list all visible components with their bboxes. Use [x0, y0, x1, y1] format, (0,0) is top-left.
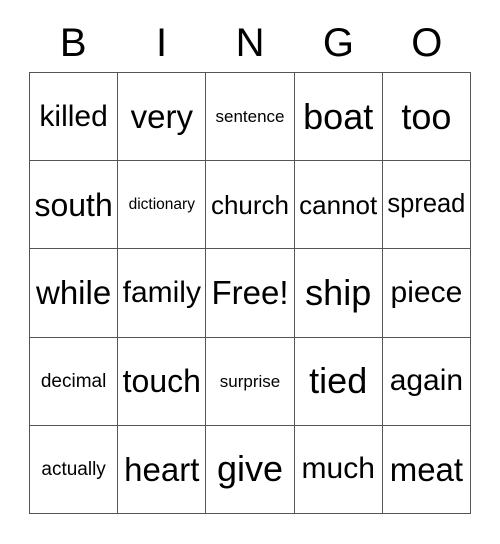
bingo-cell-text: much — [301, 452, 375, 486]
bingo-cell-text: tied — [309, 360, 368, 402]
header-letter-text: N — [235, 21, 265, 65]
bingo-cell[interactable]: surprise — [206, 337, 295, 426]
bingo-cell-text: while — [35, 274, 112, 312]
bingo-cell[interactable]: cannot — [294, 161, 383, 250]
bingo-card: B I N G O killed very sentence boat too south… — [0, 0, 500, 544]
bingo-cell-text: boat — [303, 95, 374, 137]
bingo-header-letter-b: B — [29, 14, 117, 72]
bingo-cell-text: spread — [387, 190, 466, 219]
bingo-cell[interactable]: church — [206, 161, 295, 250]
bingo-cell-text: family — [122, 275, 201, 309]
bingo-cell[interactable]: very — [118, 73, 207, 162]
bingo-cell[interactable]: touch — [118, 337, 207, 426]
bingo-cell[interactable]: again — [382, 337, 471, 426]
bingo-cell-text: decimal — [40, 370, 107, 392]
bingo-cell[interactable]: piece — [382, 249, 471, 338]
bingo-cell-text: too — [401, 95, 452, 137]
bingo-cell[interactable]: actually — [30, 425, 119, 514]
bingo-cell[interactable]: decimal — [30, 337, 119, 426]
bingo-cell[interactable]: south — [30, 161, 119, 250]
bingo-cell-text: church — [210, 189, 290, 220]
bingo-cell-text: killed — [39, 99, 108, 133]
bingo-cell[interactable]: much — [294, 425, 383, 514]
bingo-cell-text: give — [216, 448, 284, 490]
bingo-cell[interactable]: too — [382, 73, 471, 162]
header-letter-text: G — [322, 21, 354, 65]
header-letter-text: O — [411, 21, 443, 65]
header-letter-text: B — [59, 21, 87, 65]
bingo-cell-text: Free! — [211, 274, 289, 312]
header-letter-text: I — [156, 21, 168, 65]
bingo-cell-text: piece — [390, 275, 463, 309]
bingo-cell[interactable]: boat — [294, 73, 383, 162]
bingo-grid: killed very sentence boat too south dictionary… — [29, 72, 471, 514]
bingo-cell-text: meat — [389, 450, 464, 488]
bingo-cell[interactable]: killed — [30, 73, 119, 162]
bingo-cell-text: dictionary — [128, 196, 195, 214]
bingo-cell[interactable]: tied — [294, 337, 383, 426]
bingo-cell-text: very — [130, 98, 193, 136]
bingo-cell[interactable]: while — [30, 249, 119, 338]
bingo-cell[interactable]: sentence — [206, 73, 295, 162]
bingo-cell[interactable]: heart — [118, 425, 207, 514]
bingo-cell-text: sentence — [215, 107, 285, 127]
bingo-cell[interactable]: dictionary — [118, 161, 207, 250]
bingo-cell-text: ship — [305, 271, 372, 313]
bingo-header-letter-o: O — [383, 14, 471, 72]
bingo-cell[interactable]: spread — [382, 161, 471, 250]
bingo-cell[interactable]: Free! — [206, 249, 295, 338]
bingo-cell[interactable]: meat — [382, 425, 471, 514]
bingo-header-letter-g: G — [294, 14, 382, 72]
bingo-cell-text: again — [389, 364, 464, 398]
bingo-cell-text: south — [34, 186, 113, 223]
bingo-cell-text: heart — [124, 450, 200, 488]
bingo-cell[interactable]: ship — [294, 249, 383, 338]
bingo-header-letter-n: N — [206, 14, 294, 72]
bingo-cell-text: actually — [41, 458, 106, 480]
bingo-header-letter-i: I — [117, 14, 205, 72]
bingo-cell-text: surprise — [219, 371, 281, 391]
bingo-cell-text: touch — [122, 363, 201, 400]
bingo-cell[interactable]: give — [206, 425, 295, 514]
bingo-header-row: B I N G O — [29, 14, 471, 72]
bingo-cell-text: cannot — [299, 189, 378, 220]
bingo-cell[interactable]: family — [118, 249, 207, 338]
